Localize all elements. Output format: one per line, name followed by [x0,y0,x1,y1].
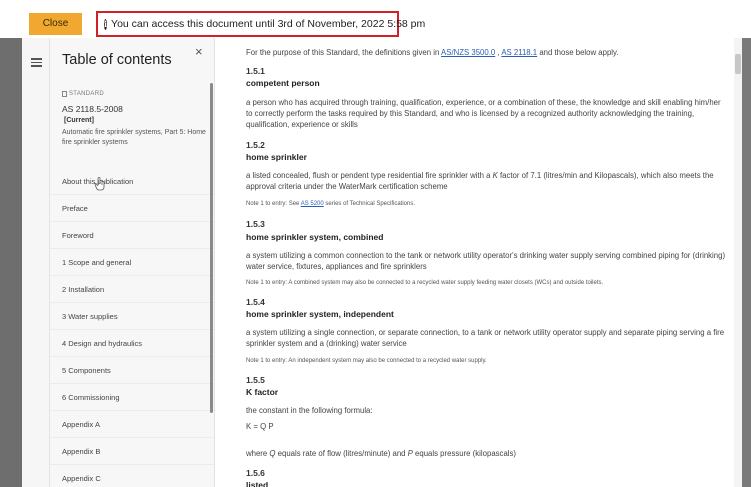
standard-badge-label: STANDARD [69,91,104,97]
close-icon[interactable]: × [195,44,203,59]
intro-text: For the purpose of this Standard, the de… [246,48,442,57]
note-text: Note 1 to entry: A combined system may a… [246,280,604,286]
toc-item[interactable]: Preface [50,195,214,222]
access-notice: i You can access this document until 3rd… [96,11,425,37]
toc-item[interactable]: 5 Components [50,357,214,384]
toc-item[interactable]: Appendix B [50,438,214,465]
left-overlay-edge [0,38,22,487]
definition-term: K factor [246,387,279,397]
hand-cursor-icon [94,177,105,191]
link-as-2118-1[interactable]: AS 2118.1 [501,48,537,57]
toc-item[interactable]: Appendix C [50,465,214,487]
section-number: 1.5.1 [246,66,265,76]
standard-badge: STANDARD [62,91,104,97]
section-number: 1.5.2 [246,140,265,150]
where-text: equals pressure (kilopascals) [412,449,517,458]
definition-text: a listed concealed, flush or pendent typ… [246,170,726,192]
toc-title: Table of contents [62,52,172,68]
toc-panel: Table of contents × STANDARD AS 2118.5-2… [50,38,215,487]
toc-item[interactable]: About this publication [50,168,214,195]
intro-paragraph: For the purpose of this Standard, the de… [246,47,726,58]
toc-item[interactable]: Appendix A [50,411,214,438]
definition-text: a person who has acquired through traini… [246,98,721,129]
toc-item[interactable]: 4 Design and hydraulics [50,330,214,357]
definition-text: where Q equals rate of flow (litres/minu… [246,448,726,459]
definition-term: home sprinkler [246,152,307,162]
definition-term: listed [246,480,269,487]
definition-text: the constant in the following formula: [246,406,373,415]
definition-text-part: a listed concealed, flush or pendent typ… [246,171,493,180]
note-text: Note 1 to entry: An independent system m… [246,358,487,364]
close-button[interactable]: Close [29,13,82,35]
link-asnzs-3500[interactable]: AS/NZS 3500.0 [441,48,495,57]
access-notice-text: You can access this document until 3rd o… [111,18,426,30]
standard-status: [Current] [64,117,94,124]
content-scrollbar-thumb[interactable] [735,54,741,74]
section-number: 1.5.4 [246,297,265,307]
standard-description: Automatic fire sprinkler systems, Part 5… [62,129,206,146]
where-text: where [246,449,270,458]
intro-text-end: and those below apply. [537,48,619,57]
definition-text: a system utilizing a single connection, … [246,328,725,348]
content-scrollbar[interactable] [734,38,742,487]
toc-item[interactable]: 3 Water supplies [50,303,214,330]
toc-item[interactable]: 2 Installation [50,276,214,303]
toc-item[interactable]: Foreword [50,222,214,249]
definition-text: a system utilizing a common connection t… [246,251,726,271]
right-overlay-edge [742,38,751,487]
definition-term: competent person [246,78,320,88]
top-bar: Close i You can access this document unt… [0,0,751,38]
toc-list: About this publication Preface Foreword … [50,168,214,487]
document-icon [62,91,67,97]
definition-term: home sprinkler system, independent [246,309,394,319]
toc-scrollbar[interactable] [210,83,213,413]
section-number: 1.5.5 [246,375,265,385]
definition-term: home sprinkler system, combined [246,232,384,242]
section-number: 1.5.6 [246,468,265,478]
document-content: For the purpose of this Standard, the de… [216,38,734,487]
note-text-part: Note 1 to entry: See [246,201,301,207]
formula: K = Q P [246,422,274,431]
where-text: equals rate of flow (litres/minute) and [275,449,408,458]
section-number: 1.5.3 [246,219,265,229]
standard-code: AS 2118.5-2008 [62,104,123,114]
note-text-part: series of Technical Specifications. [323,201,416,207]
icon-rail [22,38,50,487]
note-text: Note 1 to entry: See AS 5200 series of T… [246,199,726,210]
link-as-5200[interactable]: AS 5200 [301,201,324,207]
toc-item[interactable]: 6 Commissioning [50,384,214,411]
table-of-contents-icon[interactable] [31,58,42,67]
toc-item[interactable]: 1 Scope and general [50,249,214,276]
info-icon: i [104,18,108,30]
